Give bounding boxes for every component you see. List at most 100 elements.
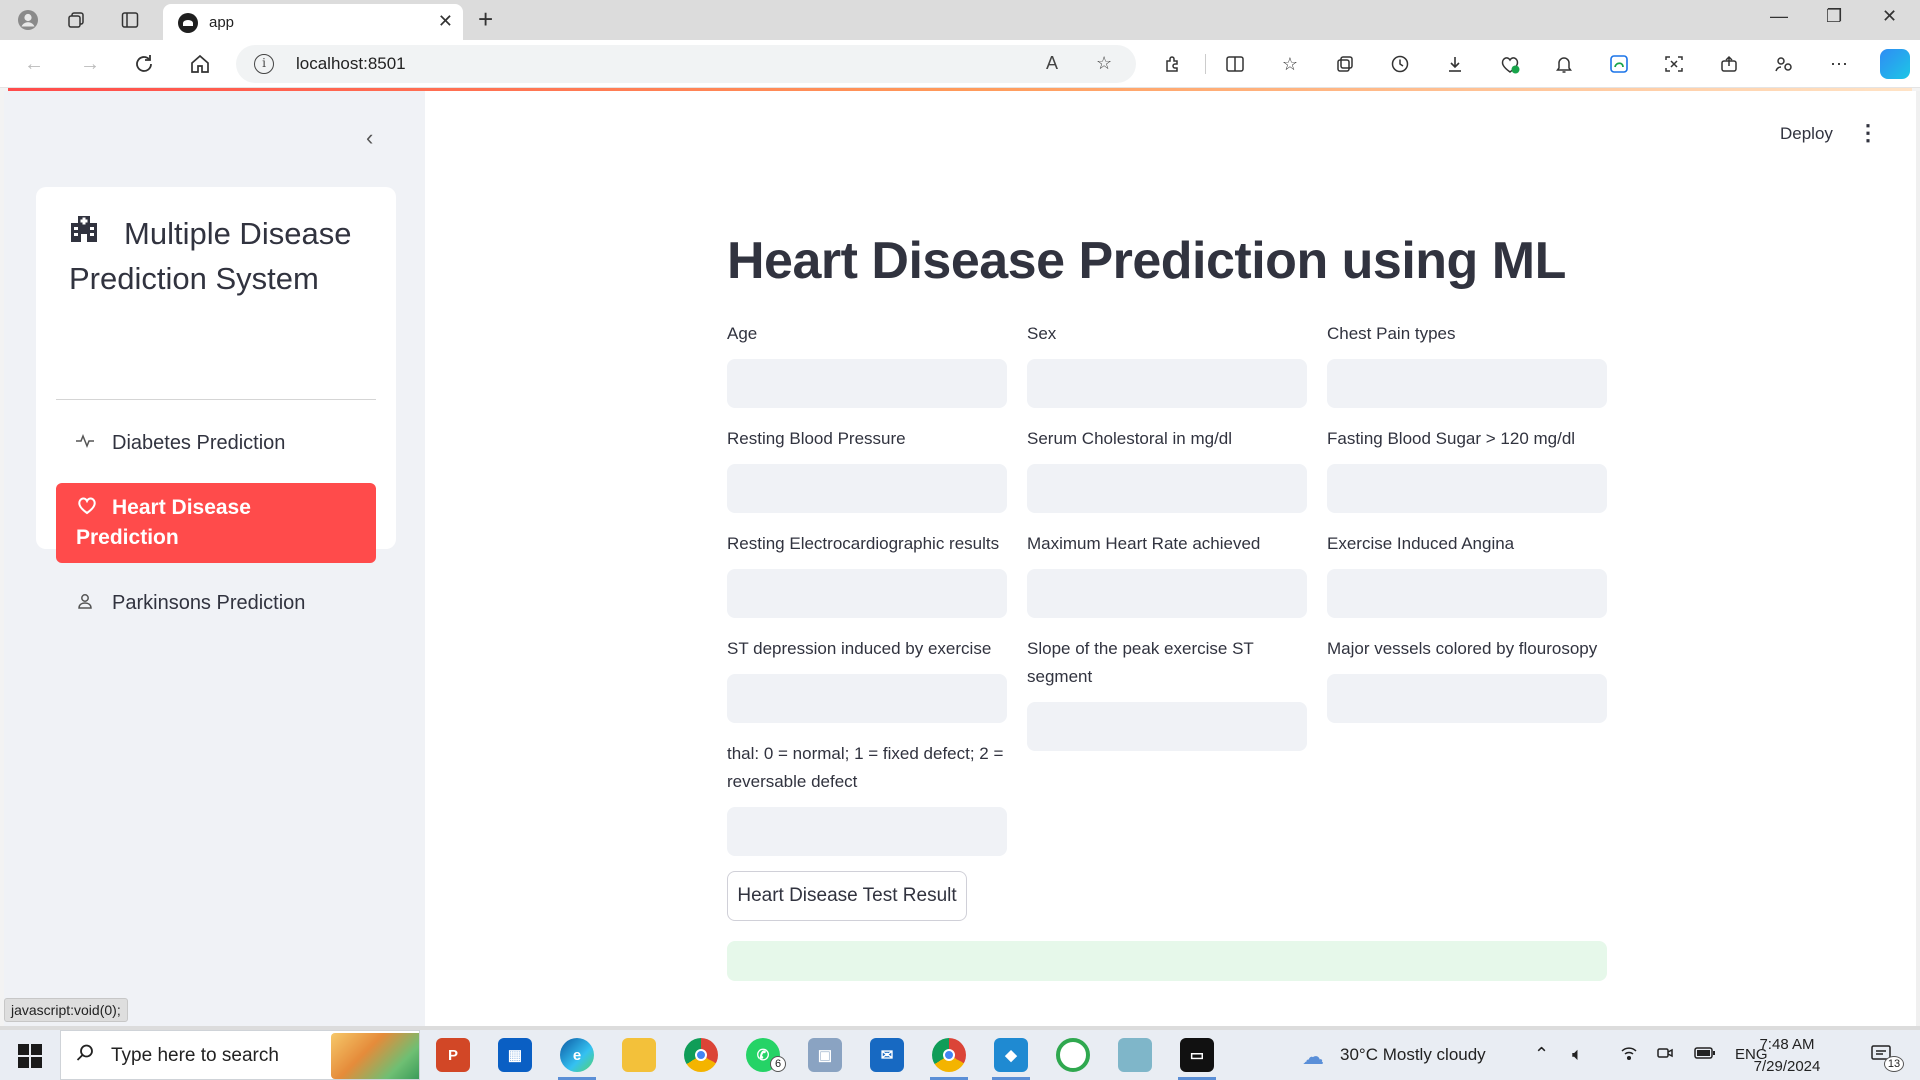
extensions-icon[interactable] bbox=[1162, 53, 1184, 75]
menu-item-label: Diabetes Prediction bbox=[112, 432, 286, 454]
cholesterol-input[interactable] bbox=[1027, 464, 1307, 513]
field-label: Chest Pain types bbox=[1327, 324, 1456, 343]
weather-cloud-icon[interactable]: ☁ bbox=[1302, 1044, 1324, 1070]
collapse-sidebar-icon[interactable]: ‹ bbox=[366, 125, 373, 151]
volume-icon[interactable]: 🔈︎ bbox=[1572, 1044, 1583, 1065]
url-text[interactable]: localhost:8501 bbox=[296, 54, 406, 74]
profile-icon[interactable] bbox=[16, 8, 40, 32]
search-icon bbox=[75, 1043, 95, 1069]
search-highlight-image bbox=[331, 1033, 419, 1079]
sidebar: ‹ Multiple Disease Prediction System Dia… bbox=[4, 91, 425, 1026]
windows-start-icon[interactable] bbox=[18, 1044, 42, 1068]
field-label: Major vessels colored by flourosopy bbox=[1327, 639, 1598, 658]
split-screen-icon[interactable] bbox=[1224, 53, 1246, 75]
microsoft-store-icon[interactable]: ▦ bbox=[498, 1038, 532, 1072]
workspaces-icon[interactable] bbox=[64, 8, 88, 32]
menu-item-heart-disease[interactable]: Heart Disease Prediction bbox=[56, 483, 376, 563]
close-window-button[interactable]: ✕ bbox=[1882, 6, 1897, 27]
tab-close-icon[interactable]: ✕ bbox=[438, 11, 453, 32]
forward-icon[interactable]: → bbox=[76, 50, 104, 78]
share-icon[interactable] bbox=[1718, 53, 1740, 75]
notepad-icon[interactable] bbox=[1118, 1038, 1152, 1072]
sex-input[interactable] bbox=[1027, 359, 1307, 408]
powerpoint-icon[interactable]: P bbox=[436, 1038, 470, 1072]
max-heart-rate-input[interactable] bbox=[1027, 569, 1307, 618]
field-st-slope: Slope of the peak exercise ST segment bbox=[1027, 635, 1307, 751]
screenshot-icon[interactable] bbox=[1663, 53, 1685, 75]
copilot-icon[interactable] bbox=[1880, 49, 1910, 79]
network-icon[interactable] bbox=[1620, 1044, 1638, 1067]
activity-icon bbox=[75, 431, 95, 456]
tab-actions-icon[interactable] bbox=[118, 8, 142, 32]
st-slope-input[interactable] bbox=[1027, 702, 1307, 751]
main-menu-icon[interactable]: ⋮ bbox=[1857, 120, 1879, 146]
main-content: Deploy ⋮ Heart Disease Prediction using … bbox=[425, 91, 1916, 1026]
field-major-vessels: Major vessels colored by flourosopy bbox=[1327, 635, 1607, 723]
clock-time: 7:48 AM bbox=[1759, 1036, 1815, 1053]
resting-bp-input[interactable] bbox=[727, 464, 1007, 513]
battery-icon[interactable] bbox=[1694, 1044, 1716, 1065]
st-depression-input[interactable] bbox=[727, 674, 1007, 723]
edge-drop-icon[interactable] bbox=[1608, 53, 1630, 75]
chrome-profile-icon[interactable] bbox=[932, 1038, 966, 1072]
field-label: Slope of the peak exercise ST segment bbox=[1027, 639, 1254, 686]
meet-now-icon[interactable] bbox=[1656, 1044, 1674, 1067]
chest-pain-input[interactable] bbox=[1327, 359, 1607, 408]
address-bar[interactable]: i localhost:8501 A ☆ bbox=[236, 45, 1136, 83]
age-input[interactable] bbox=[727, 359, 1007, 408]
weather-text[interactable]: 30°C Mostly cloudy bbox=[1340, 1045, 1486, 1065]
terminal-icon[interactable]: ▭ bbox=[1180, 1038, 1214, 1072]
major-vessels-input[interactable] bbox=[1327, 674, 1607, 723]
photos-icon[interactable]: ▣ bbox=[808, 1038, 842, 1072]
browser-tab-active[interactable]: app ✕ bbox=[163, 4, 463, 40]
deploy-button[interactable]: Deploy bbox=[1780, 124, 1833, 144]
field-label: Sex bbox=[1027, 324, 1057, 343]
notifications-bell-icon[interactable] bbox=[1553, 53, 1575, 75]
downloads-icon[interactable] bbox=[1444, 53, 1466, 75]
link-status-bar: javascript:void(0); bbox=[4, 998, 128, 1022]
restore-button[interactable]: ❐ bbox=[1826, 6, 1842, 27]
taskbar-search[interactable]: Type here to search bbox=[60, 1030, 420, 1080]
clock-date: 7/29/2024 bbox=[1753, 1058, 1821, 1075]
notification-count-badge: 13 bbox=[1884, 1056, 1904, 1072]
menu-item-label: Heart Disease Prediction bbox=[76, 496, 251, 549]
field-fasting-sugar: Fasting Blood Sugar > 120 mg/dl bbox=[1327, 425, 1607, 513]
window-edge bbox=[1916, 91, 1920, 1026]
field-label: Exercise Induced Angina bbox=[1327, 534, 1515, 553]
menu-item-label: Parkinsons Prediction bbox=[112, 592, 306, 614]
more-options-icon[interactable]: ⋯ bbox=[1828, 53, 1850, 75]
field-max-heart-rate: Maximum Heart Rate achieved bbox=[1027, 530, 1307, 618]
browser-essentials-icon[interactable] bbox=[1499, 53, 1521, 75]
fasting-sugar-input[interactable] bbox=[1327, 464, 1607, 513]
read-aloud-icon[interactable]: A bbox=[1046, 53, 1058, 74]
heart-disease-test-button[interactable]: Heart Disease Test Result bbox=[727, 871, 967, 921]
history-icon[interactable] bbox=[1389, 53, 1411, 75]
show-hidden-icons-chevron-icon[interactable]: ⌃ bbox=[1534, 1044, 1549, 1065]
thal-input[interactable] bbox=[727, 807, 1007, 856]
exercise-angina-input[interactable] bbox=[1327, 569, 1607, 618]
minimize-button[interactable]: — bbox=[1770, 6, 1788, 27]
resting-ecg-input[interactable] bbox=[727, 569, 1007, 618]
favorites-icon[interactable]: ☆ bbox=[1279, 53, 1301, 75]
site-info-icon[interactable]: i bbox=[254, 54, 274, 74]
refresh-icon[interactable] bbox=[130, 50, 158, 78]
favorite-star-icon[interactable]: ☆ bbox=[1096, 53, 1112, 74]
menu-item-parkinsons[interactable]: Parkinsons Prediction bbox=[56, 579, 376, 627]
vscode-icon[interactable]: ◆ bbox=[994, 1038, 1028, 1072]
feedback-icon[interactable] bbox=[1773, 53, 1795, 75]
menu-divider bbox=[56, 399, 376, 400]
option-menu-card: Multiple Disease Prediction System Diabe… bbox=[36, 187, 396, 614]
collections-icon[interactable] bbox=[1334, 53, 1356, 75]
new-tab-button[interactable]: + bbox=[478, 4, 493, 35]
loader-app-icon[interactable] bbox=[1056, 1038, 1090, 1072]
chrome-icon[interactable] bbox=[684, 1038, 718, 1072]
result-success-box bbox=[727, 941, 1607, 981]
edge-icon[interactable]: e bbox=[560, 1038, 594, 1072]
clock[interactable]: 7:48 AM 7/29/2024 bbox=[1745, 1034, 1829, 1078]
file-explorer-icon[interactable] bbox=[622, 1038, 656, 1072]
back-icon[interactable]: ← bbox=[20, 50, 48, 78]
home-icon[interactable] bbox=[186, 50, 214, 78]
menu-item-diabetes[interactable]: Diabetes Prediction bbox=[56, 419, 376, 467]
mail-icon[interactable]: ✉ bbox=[870, 1038, 904, 1072]
field-label: Serum Cholestoral in mg/dl bbox=[1027, 429, 1233, 448]
